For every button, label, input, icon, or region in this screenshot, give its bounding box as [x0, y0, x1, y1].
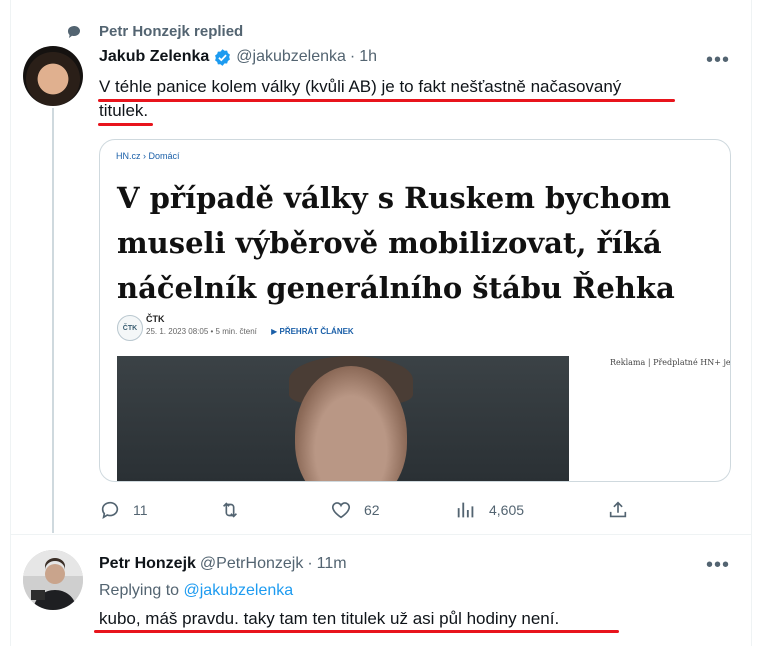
replying-mention-link[interactable]: @jakubzelenka	[184, 582, 294, 599]
views-count: 4,605	[489, 502, 525, 518]
article-card[interactable]: HN.cz › Domácí V případě války s Ruskem …	[99, 139, 731, 482]
more-options-icon[interactable]: •••	[706, 553, 730, 577]
heart-icon	[330, 499, 352, 521]
thread-line	[52, 108, 54, 533]
author-name[interactable]: Petr Honzejk	[99, 555, 196, 573]
retweet-button[interactable]	[219, 498, 253, 522]
ctk-logo: ČTK	[117, 315, 143, 341]
reply-count: 11	[133, 502, 148, 518]
article-ad-text: Reklama | Předplatné HN+ je zce	[610, 358, 731, 367]
share-button[interactable]	[607, 498, 641, 522]
timestamp[interactable]: 1h	[359, 48, 377, 66]
article-date: 25. 1. 2023 08:05 • 5 min. čtení	[146, 327, 257, 336]
timeline-border-left	[10, 0, 11, 646]
red-underline	[94, 630, 619, 633]
article-photo	[117, 356, 569, 481]
avatar-petr-honzejk[interactable]	[23, 550, 83, 610]
timestamp[interactable]: 11m	[317, 555, 347, 573]
tweet2-text: kubo, máš pravdu. taky tam ten titulek u…	[99, 609, 560, 628]
share-icon	[607, 499, 629, 521]
views-chart-icon	[455, 499, 477, 521]
replying-to: Replying to @jakubzelenka	[99, 582, 293, 600]
article-breadcrumb: HN.cz › Domácí	[116, 151, 180, 161]
tweet1-text-rest: .	[143, 101, 149, 120]
author-handle[interactable]: @jakubzelenka	[236, 48, 346, 66]
like-count: 62	[364, 502, 380, 518]
reply-icon	[99, 499, 121, 521]
verified-badge-icon	[213, 48, 232, 67]
retweet-icon	[219, 499, 241, 521]
replying-label: Replying to	[99, 582, 180, 599]
separator: ·	[349, 48, 356, 65]
social-context[interactable]: Petr Honzejk replied	[99, 23, 243, 40]
tweet1-text-line1: V téhle panice kolem války (kvůli AB) je…	[99, 77, 622, 96]
tweet1-actions: 11 62 4,605	[99, 498, 639, 522]
author-name[interactable]: Jakub Zelenka	[99, 48, 209, 66]
more-options-icon[interactable]: •••	[706, 48, 730, 72]
timeline-border-right	[751, 0, 752, 646]
avatar-jakub-zelenka[interactable]	[23, 46, 83, 106]
article-headline: V případě války s Ruskem bychom museli v…	[117, 181, 675, 305]
article-author: ČTK	[146, 314, 165, 324]
tweet1-header: Jakub Zelenka @jakubzelenka · 1h	[99, 46, 377, 68]
red-underline	[98, 99, 675, 102]
tweet-divider	[11, 534, 751, 535]
like-button[interactable]: 62	[330, 498, 380, 522]
separator: ·	[307, 555, 313, 572]
play-article-button: ▶ PŘEHRÁT ČLÁNEK	[271, 327, 354, 336]
tweet2-header: Petr Honzejk @PetrHonzejk · 11m	[99, 553, 347, 575]
views-button[interactable]: 4,605	[455, 498, 524, 522]
red-underline	[98, 123, 153, 126]
article-meta: 25. 1. 2023 08:05 • 5 min. čtení ▶ PŘEHR…	[146, 327, 354, 336]
reply-button[interactable]: 11	[99, 498, 148, 522]
reply-bubble-icon	[66, 24, 82, 40]
author-handle[interactable]: @PetrHonzejk	[200, 555, 303, 573]
tweet1-text-underlined: titulek	[99, 101, 144, 120]
